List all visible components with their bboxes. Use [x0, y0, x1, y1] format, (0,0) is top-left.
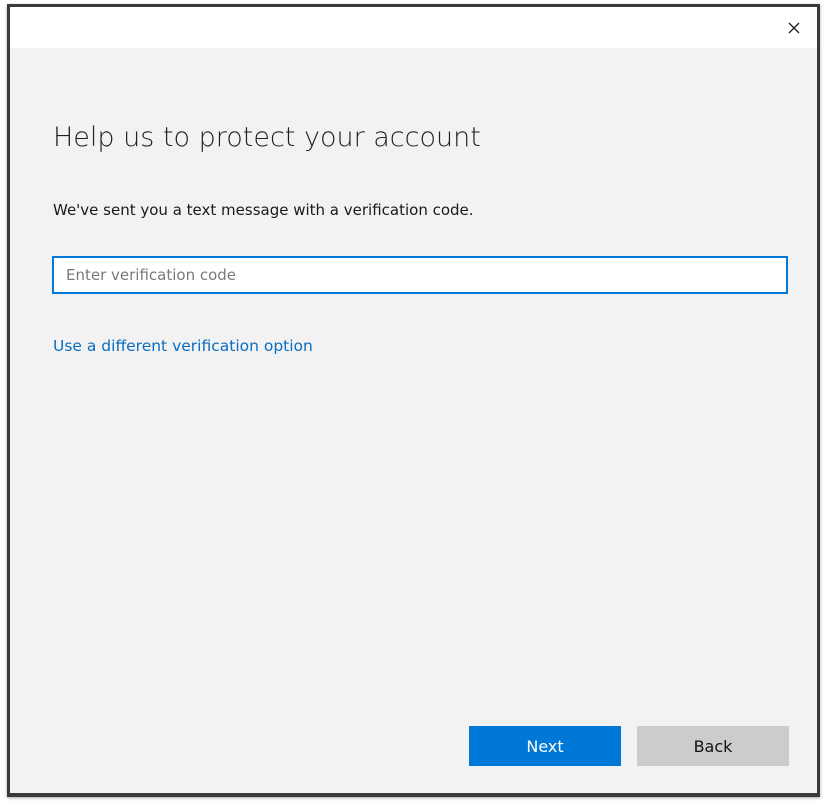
- page-title: Help us to protect your account: [53, 122, 481, 153]
- verification-message: We've sent you a text message with a ver…: [53, 201, 474, 219]
- verification-code-input[interactable]: [52, 256, 788, 294]
- close-icon: [788, 22, 800, 33]
- different-verification-option-link[interactable]: Use a different verification option: [53, 337, 313, 355]
- verification-dialog: Help us to protect your account We've se…: [7, 4, 820, 797]
- close-button[interactable]: [771, 7, 817, 48]
- back-button[interactable]: Back: [637, 726, 789, 766]
- title-bar: [10, 7, 817, 48]
- next-button[interactable]: Next: [469, 726, 621, 766]
